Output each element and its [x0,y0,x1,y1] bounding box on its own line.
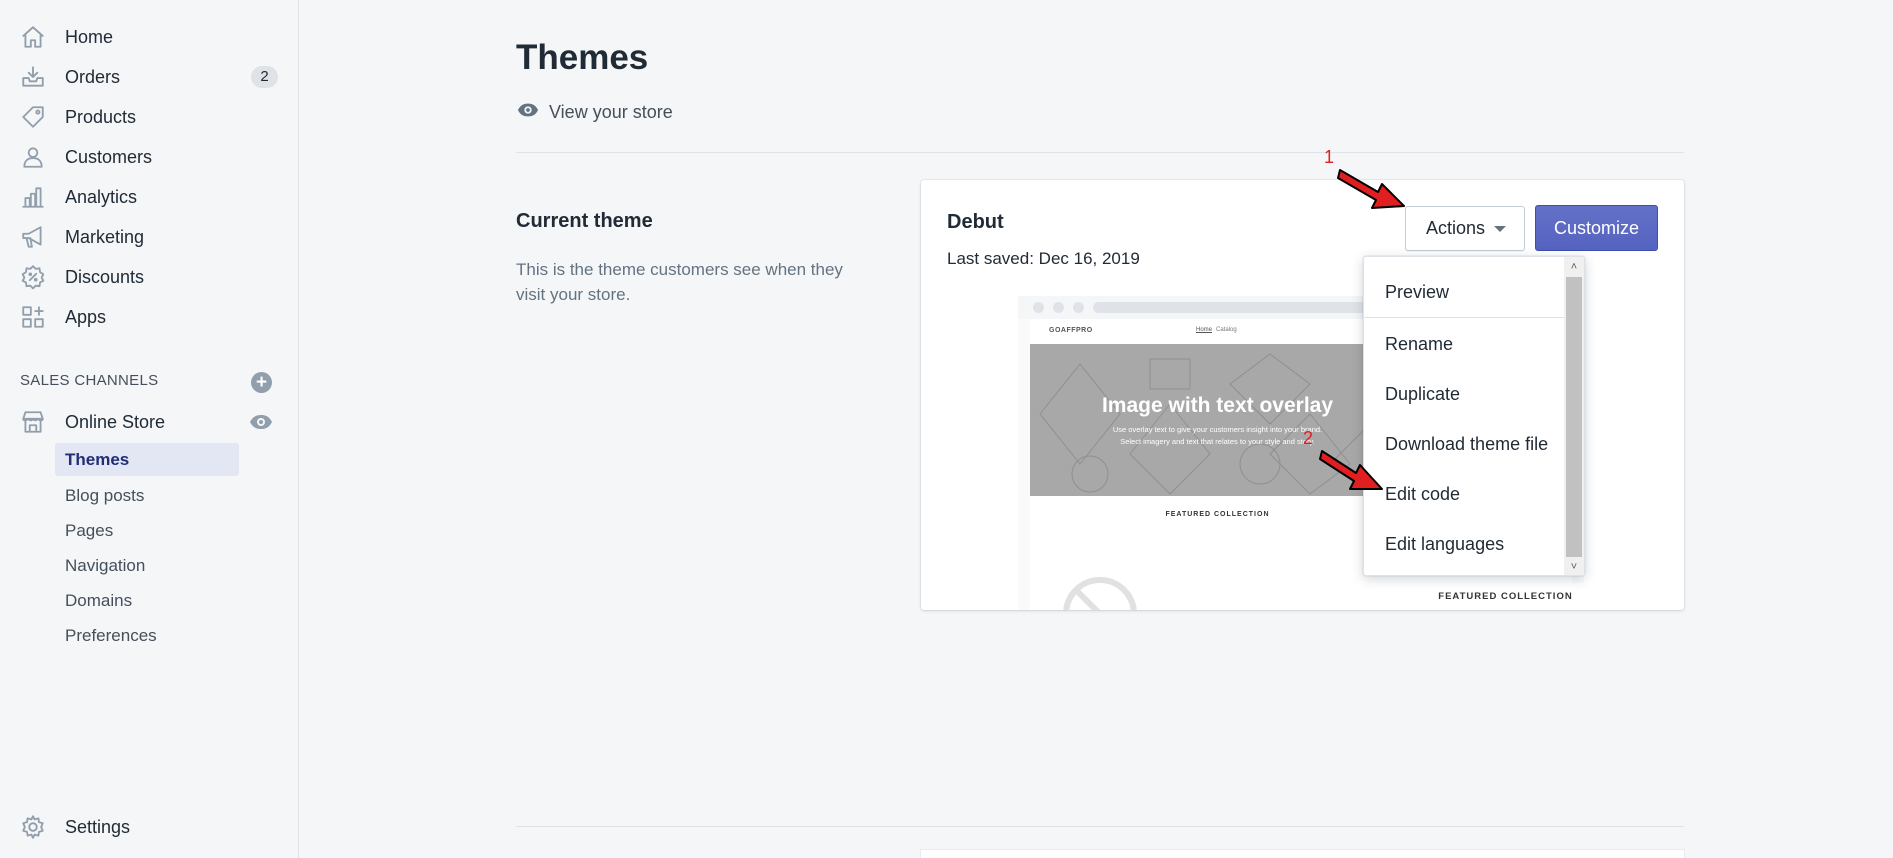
preview-nav-home: Home [1196,327,1213,333]
menu-item-edit-languages[interactable]: Edit languages [1364,522,1566,566]
eye-icon [517,99,539,126]
discount-icon [20,264,46,290]
orders-count-badge: 2 [251,66,278,88]
annotation-arrow-1-icon [1337,169,1405,209]
scroll-up-icon[interactable]: ˄ [1564,257,1584,277]
browser-dot [1073,302,1084,313]
view-store-label: View your store [549,102,673,122]
preview-nav-catalog: Catalog [1216,327,1237,333]
menu-item-preview[interactable]: Preview [1364,270,1566,314]
dropdown-scrollbar[interactable]: ˄ ˅ [1564,257,1584,575]
browser-dot [1053,302,1064,313]
nav-analytics[interactable]: Analytics [0,177,299,217]
preview-mobile-featured-collection: FEATURED COLLECTION [1418,583,1584,610]
nav-label: Online Store [65,411,166,432]
current-theme-description: This is the theme customers see when the… [516,260,843,304]
view-online-store-eye-icon[interactable] [249,410,273,434]
nav-label: Orders [65,66,121,87]
menu-separator [1364,317,1566,318]
page-title: Themes [516,38,649,77]
scroll-down-icon[interactable]: ˅ [1564,557,1584,575]
actions-dropdown-menu: Preview Rename Duplicate Download theme … [1363,256,1585,576]
home-icon [20,24,46,50]
divider [516,152,1684,153]
nav-apps[interactable]: Apps [0,297,299,337]
tag-icon [20,104,46,130]
annotation-marker-1: 1 [1324,147,1335,167]
nav-label: Marketing [65,226,145,247]
nav-label: Settings [65,816,131,837]
preview-hero-title: Image with text overlay [1101,394,1334,417]
actions-button[interactable]: Actions [1405,206,1525,251]
preview-placeholder-icon [1063,577,1137,610]
current-theme-heading: Current theme [516,210,653,232]
last-saved: Last saved: Dec 16, 2019 [947,249,1140,268]
sales-channels-heading: SALES CHANNELS [20,372,159,389]
orders-icon [20,64,46,90]
nav-label: Discounts [65,266,145,287]
nav-products[interactable]: Products [0,97,299,137]
sub-item-preferences[interactable]: Preferences [55,619,239,652]
gear-icon [20,814,46,840]
megaphone-icon [20,224,46,250]
nav-label: Apps [65,306,107,327]
sub-item-themes[interactable]: Themes [55,443,239,476]
nav-label: Customers [65,146,153,167]
theme-name: Debut [947,211,1004,233]
apps-icon [20,304,46,330]
sidebar: Home Orders 2 Products Customers Analyti… [0,0,299,858]
bar-chart-icon [20,184,46,210]
preview-logo: GOAFFPRO [1049,327,1093,334]
menu-item-duplicate[interactable]: Duplicate [1364,372,1566,416]
nav-home[interactable]: Home [0,17,299,57]
sub-item-domains[interactable]: Domains [55,584,239,617]
store-icon [20,409,46,435]
preview-featured-collection: FEATURED COLLECTION [1165,511,1270,518]
annotation-marker-2: 2 [1303,428,1314,448]
nav-settings[interactable]: Settings [0,808,299,846]
nav-orders[interactable]: Orders 2 [0,57,299,97]
actions-label: Actions [1426,218,1486,238]
menu-item-download-theme-file[interactable]: Download theme file [1364,422,1566,466]
sub-item-pages[interactable]: Pages [55,514,239,547]
nav-discounts[interactable]: Discounts [0,257,299,297]
preview-hero-sub-line: Use overlay text to give your customers … [1112,425,1323,434]
nav-label: Products [65,106,137,127]
person-icon [20,144,46,170]
next-card [921,850,1684,858]
annotation-arrow-2-icon [1319,450,1383,490]
menu-item-edit-code[interactable]: Edit code [1364,472,1566,516]
add-sales-channel-button[interactable]: + [251,372,272,393]
nav-customers[interactable]: Customers [0,137,299,177]
caret-down-icon [1494,226,1506,232]
nav-label: Home [65,26,114,47]
nav-marketing[interactable]: Marketing [0,217,299,257]
nav-label: Analytics [65,186,138,207]
browser-dot [1033,302,1044,313]
sub-item-navigation[interactable]: Navigation [55,549,239,582]
menu-item-rename[interactable]: Rename [1364,322,1566,366]
divider [516,826,1684,827]
sub-item-blog-posts[interactable]: Blog posts [55,479,239,512]
scrollbar-thumb[interactable] [1566,277,1582,557]
customize-button[interactable]: Customize [1535,205,1658,251]
view-store-link[interactable]: View your store [517,99,673,126]
